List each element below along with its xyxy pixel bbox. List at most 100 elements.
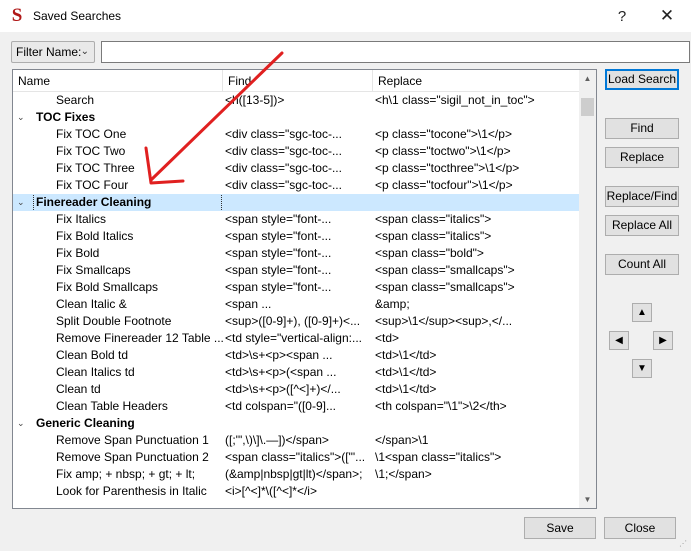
tree-row[interactable]: Remove Finereader 12 Table ... <td style=…: [13, 330, 580, 347]
tree-row[interactable]: Clean Table Headers <td colspan="([0-9]..…: [13, 398, 580, 415]
cell-replace: <td>: [375, 331, 400, 345]
close-button[interactable]: Close: [604, 517, 676, 539]
replace-all-button[interactable]: Replace All: [605, 215, 679, 236]
tree-row[interactable]: Clean Italic & <span ... &amp;: [13, 296, 580, 313]
cell-replace: <td>\1</td>: [375, 365, 437, 379]
cell-find: (&amp|nbsp|gt|lt)</span>;: [225, 467, 363, 481]
search-name: Search: [56, 93, 95, 107]
move-down-button[interactable]: ▼: [632, 359, 652, 378]
cell-replace: [375, 415, 580, 432]
tree-row[interactable]: Fix Italics <span style="font-... <span cl…: [13, 211, 580, 228]
search-name: Fix Bold Smallcaps: [56, 280, 159, 294]
scroll-thumb[interactable]: [581, 98, 594, 116]
cell-find: <span style="font-...: [225, 263, 332, 277]
search-name: Fix Bold: [56, 246, 100, 260]
tree-rows: Search <h([13-5])> <h\1 class="sigil_not_i…: [13, 92, 580, 500]
tree-row[interactable]: Remove Span Punctuation 1 ([;'",\)\]\.—])…: [13, 432, 580, 449]
title-bar: S Saved Searches ? ✕: [0, 0, 691, 32]
cell-name: Fix Bold Smallcaps: [13, 279, 223, 296]
tree-row[interactable]: Look for Parenthesis in Italic <i>[^<]*\(…: [13, 483, 580, 500]
tree-row[interactable]: Fix TOC Four <div class="sgc-toc-... <p cl…: [13, 177, 580, 194]
search-name: Clean Italics td: [56, 365, 135, 379]
tree-header: Name Find Replace: [13, 70, 580, 92]
tree-row[interactable]: Fix TOC One <div class="sgc-toc-... <p cla…: [13, 126, 580, 143]
column-header-name[interactable]: Name: [13, 70, 223, 92]
count-all-button[interactable]: Count All: [605, 254, 679, 275]
cell-find: <span class="italics">(["'...: [225, 450, 366, 464]
move-left-button[interactable]: ◀: [609, 331, 629, 350]
tree-row[interactable]: Fix Bold Italics <span style="font-... <sp…: [13, 228, 580, 245]
cell-replace: </span>\1: [375, 433, 429, 447]
tree-row[interactable]: Fix Bold Smallcaps <span style="font-... <…: [13, 279, 580, 296]
search-name: Fix TOC Two: [56, 144, 126, 158]
cell-replace: <td>\1</td>: [375, 382, 437, 396]
filter-mode-label: Filter Name:: [16, 45, 82, 59]
cell-replace: <p class="tocfour">\1</p>: [375, 178, 513, 192]
expand-chevron-icon[interactable]: ⌄: [17, 109, 27, 126]
filter-input[interactable]: [101, 41, 690, 63]
cell-name: Clean td: [13, 381, 223, 398]
expand-chevron-icon[interactable]: ⌄: [17, 415, 27, 432]
window-title: Saved Searches: [33, 9, 122, 23]
cell-find: <div class="sgc-toc-...: [225, 127, 342, 141]
move-right-button[interactable]: ▶: [653, 331, 673, 350]
cell-find: <span style="font-...: [225, 246, 332, 260]
chevron-down-icon: ⌄: [80, 46, 89, 57]
tree-row[interactable]: Fix TOC Three <div class="sgc-toc-... <p c…: [13, 160, 580, 177]
scroll-up-icon[interactable]: ▲: [579, 70, 596, 87]
load-search-button[interactable]: Load Search: [605, 69, 679, 90]
tree-group-row[interactable]: ⌄ Finereader Cleaning: [13, 194, 580, 211]
expand-chevron-icon[interactable]: ⌄: [17, 194, 27, 211]
resize-grip-icon[interactable]: ⋰: [679, 539, 689, 549]
cell-name: Clean Italic &: [13, 296, 223, 313]
search-name: Clean Table Headers: [56, 399, 168, 413]
cell-name: Clean Bold td: [13, 347, 223, 364]
group-label: Generic Cleaning: [36, 416, 135, 430]
cell-find: [225, 415, 373, 432]
tree-row[interactable]: Fix Smallcaps <span style="font-... <span …: [13, 262, 580, 279]
tree-row[interactable]: Remove Span Punctuation 2 <span class="it…: [13, 449, 580, 466]
tree-row[interactable]: Clean td <td>\s+<p>([^<]+)</... <td>\1</td…: [13, 381, 580, 398]
window-close-button[interactable]: ✕: [645, 0, 689, 32]
cell-replace: <sup>\1</sup><sup>,</...: [375, 314, 513, 328]
cell-name: Fix TOC One: [13, 126, 223, 143]
cell-name: Split Double Footnote: [13, 313, 223, 330]
tree-group-row[interactable]: ⌄ TOC Fixes: [13, 109, 580, 126]
cell-replace: \1;</span>: [375, 467, 432, 481]
tree-row[interactable]: Fix TOC Two <div class="sgc-toc-... <p cla…: [13, 143, 580, 160]
cell-replace: \1<span class="italics">: [375, 450, 502, 464]
cell-name: ⌄ TOC Fixes: [13, 109, 223, 126]
tree-row[interactable]: Clean Italics td <td>\s+<p>(<span ... <td>…: [13, 364, 580, 381]
vertical-scrollbar[interactable]: ▲ ▼: [579, 70, 596, 508]
tree-row[interactable]: Fix Bold <span style="font-... <span class…: [13, 245, 580, 262]
cell-find: <span style="font-...: [225, 280, 332, 294]
save-button[interactable]: Save: [524, 517, 596, 539]
scroll-down-icon[interactable]: ▼: [579, 491, 596, 508]
move-up-button[interactable]: ▲: [632, 303, 652, 322]
cell-find: <div class="sgc-toc-...: [225, 144, 342, 158]
cell-name: Fix amp; + nbsp; + gt; + lt;: [13, 466, 223, 483]
column-header-replace[interactable]: Replace: [373, 70, 580, 92]
replace-find-button[interactable]: Replace/Find: [605, 186, 679, 207]
cell-replace: [375, 483, 580, 500]
cell-name: ⌄ Generic Cleaning: [13, 415, 223, 432]
tree-row[interactable]: Split Double Footnote <sup>([0-9]+), ([0-…: [13, 313, 580, 330]
cell-find: <td style="vertical-align:...: [225, 331, 362, 345]
saved-searches-tree[interactable]: Name Find Replace Search <h([13-5])> <h\1 …: [12, 69, 597, 509]
replace-button[interactable]: Replace: [605, 147, 679, 168]
tree-row[interactable]: Search <h([13-5])> <h\1 class="sigil_not_i…: [13, 92, 580, 109]
find-button[interactable]: Find: [605, 118, 679, 139]
help-button[interactable]: ?: [600, 0, 644, 32]
cell-replace: <h\1 class="sigil_not_in_toc">: [375, 93, 535, 107]
tree-group-row[interactable]: ⌄ Generic Cleaning: [13, 415, 580, 432]
filter-mode-select[interactable]: Filter Name: ⌄: [11, 41, 95, 63]
search-name: Fix Italics: [56, 212, 107, 226]
cell-find: <td>\s+<p>([^<]+)</...: [225, 382, 341, 396]
cell-replace: &amp;: [375, 297, 410, 311]
tree-row[interactable]: Clean Bold td <td>\s+<p><span ... <td>\1</…: [13, 347, 580, 364]
tree-row[interactable]: Fix amp; + nbsp; + gt; + lt; (&amp|nbsp|g…: [13, 466, 580, 483]
cell-find: ([;'",\)\]\.—])</span>: [225, 433, 329, 447]
cell-name: Fix TOC Three: [13, 160, 223, 177]
column-header-find[interactable]: Find: [223, 70, 373, 92]
cell-find: [225, 109, 373, 126]
